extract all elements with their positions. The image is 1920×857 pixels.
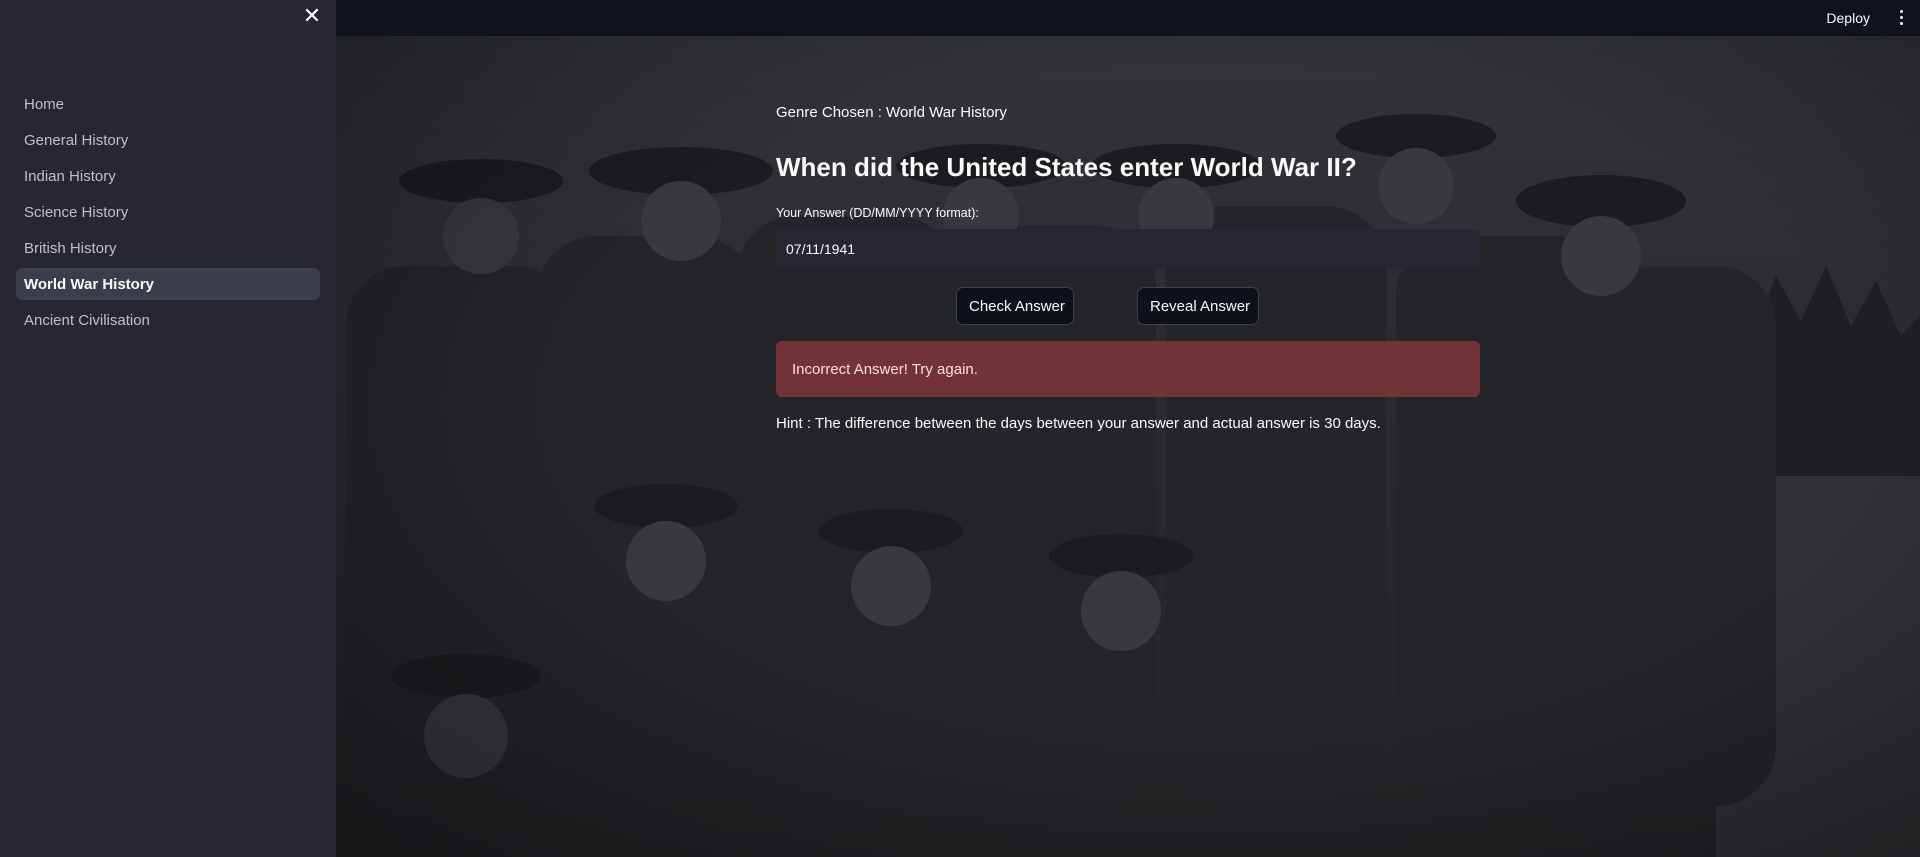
answer-input[interactable] xyxy=(776,229,1480,269)
hint-text: Hint : The difference between the days b… xyxy=(776,415,1381,432)
dot xyxy=(1899,21,1903,25)
main-area: Genre Chosen : World War History When di… xyxy=(336,36,1920,857)
sidebar-item-world-war-history[interactable]: World War History xyxy=(16,268,320,300)
question-heading: When did the United States enter World W… xyxy=(776,152,1357,182)
reveal-answer-button[interactable]: Reveal Answer xyxy=(1137,287,1259,325)
sidebar-item-label: British History xyxy=(24,239,117,257)
sidebar-item-label: World War History xyxy=(24,275,155,293)
genre-text: Genre Chosen : World War History xyxy=(776,104,1007,121)
dot xyxy=(1899,9,1903,13)
sidebar-item-general-history[interactable]: General History xyxy=(16,124,320,156)
sidebar-item-home[interactable]: Home xyxy=(16,88,320,120)
sidebar-item-label: Science History xyxy=(24,203,129,221)
top-bar: Deploy xyxy=(336,0,1920,36)
sidebar-item-label: General History xyxy=(24,131,129,149)
sidebar-nav: Home General History Indian History Scie… xyxy=(16,88,320,340)
sidebar-item-label: Home xyxy=(24,95,65,113)
dot xyxy=(1899,15,1903,19)
answer-label: Your Answer (DD/MM/YYYY format): xyxy=(776,206,979,220)
sidebar-item-label: Indian History xyxy=(24,167,116,185)
sidebar-item-label: Ancient Civilisation xyxy=(24,311,150,329)
close-sidebar-icon[interactable]: ✕ xyxy=(300,4,324,28)
sidebar-item-ancient-civilisation[interactable]: Ancient Civilisation xyxy=(16,304,320,336)
check-answer-button[interactable]: Check Answer xyxy=(956,287,1074,325)
sidebar-item-science-history[interactable]: Science History xyxy=(16,196,320,228)
sidebar: ✕ Home General History Indian History Sc… xyxy=(0,0,336,857)
error-alert-text: Incorrect Answer! Try again. xyxy=(792,360,978,378)
sidebar-item-indian-history[interactable]: Indian History xyxy=(16,160,320,192)
app-root: ✕ Home General History Indian History Sc… xyxy=(0,0,1920,857)
vertical-dots-icon[interactable] xyxy=(1894,6,1908,28)
sidebar-item-british-history[interactable]: British History xyxy=(16,232,320,264)
deploy-button[interactable]: Deploy xyxy=(1826,6,1870,30)
error-alert: Incorrect Answer! Try again. xyxy=(776,341,1480,397)
